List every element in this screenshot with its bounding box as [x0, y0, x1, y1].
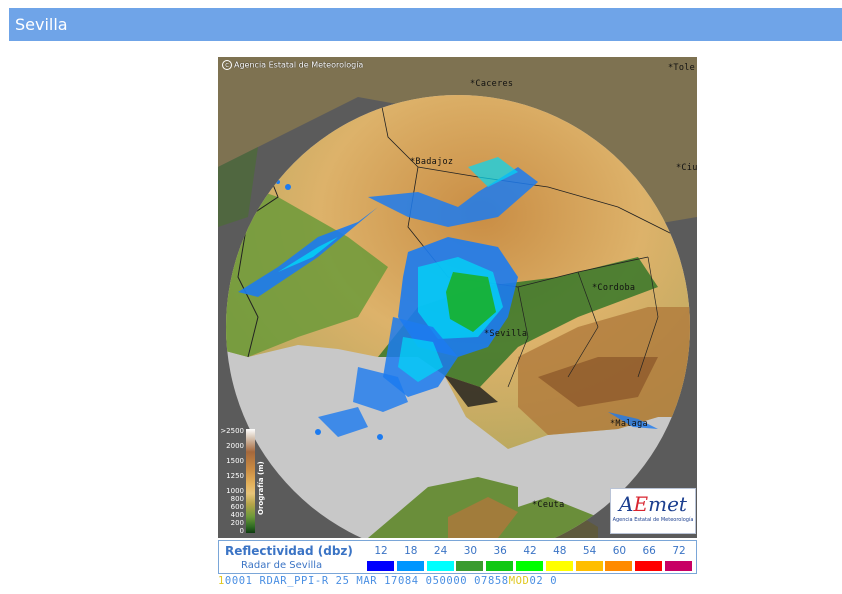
radar-map-svg — [218, 57, 697, 538]
orography-label: 1250 — [226, 472, 244, 480]
orography-label: 2000 — [226, 442, 244, 450]
city-label-ceuta: *Ceuta — [532, 500, 565, 510]
reflectivity-value-36: 36 — [493, 545, 507, 557]
orography-label: 800 — [230, 495, 244, 503]
reflectivity-title: Reflectividad (dbz) — [225, 544, 353, 558]
reflectivity-swatch-12 — [367, 561, 394, 571]
reflectivity-swatch-42 — [516, 561, 543, 571]
reflectivity-value-66: 66 — [642, 545, 656, 557]
orography-legend: >2500 2000 1500 1250 1000 800 600 400 20… — [218, 427, 268, 537]
orography-color-bar — [246, 429, 255, 533]
reflectivity-value-30: 30 — [463, 545, 478, 557]
orography-label: 200 — [230, 519, 244, 527]
reflectivity-swatch-36 — [486, 561, 514, 571]
reflectivity-value-60: 60 — [612, 545, 627, 557]
status-text-end: 02 0 — [529, 575, 558, 587]
status-prefix: 1 — [218, 575, 225, 587]
aemet-logo-subtitle: Agencia Estatal de Meteorología — [612, 517, 694, 523]
status-line: 10001 RDAR_PPI-R 25 MAR 17084 050000 078… — [218, 575, 697, 588]
reflectivity-value-12: 12 — [374, 545, 388, 557]
orography-title: Orografía (m) — [257, 461, 265, 515]
page-title: Sevilla — [9, 8, 842, 41]
reflectivity-swatch-48 — [545, 561, 573, 571]
city-label-toledo: *Tole — [668, 63, 696, 73]
city-label-cordoba: *Cordoba — [592, 283, 636, 293]
reflectivity-value-42: 42 — [523, 545, 537, 557]
reflectivity-swatch-72 — [665, 561, 692, 571]
city-label-badajoz: *Badajoz — [410, 157, 454, 167]
map-credit-text: Agencia Estatal de Meteorología — [234, 60, 364, 70]
radar-name: Radar de Sevilla — [241, 560, 323, 571]
aemet-logo: AEmet Agencia Estatal de Meteorología — [610, 488, 696, 534]
reflectivity-swatch-60 — [605, 561, 633, 571]
status-mode: MOD — [508, 575, 530, 587]
orography-label: 0 — [239, 527, 244, 535]
orography-label: 1500 — [226, 457, 244, 465]
orography-label: 1000 — [226, 487, 244, 495]
reflectivity-value-72: 72 — [672, 545, 686, 557]
aemet-logo-wordmark: AEmet — [619, 492, 687, 516]
copyright-icon: c — [222, 60, 232, 70]
orography-label: 600 — [230, 503, 244, 511]
reflectivity-swatch-30 — [456, 561, 484, 571]
map-credit: c Agencia Estatal de Meteorología — [222, 60, 363, 70]
orography-label: >2500 — [220, 427, 244, 435]
reflectivity-value-54: 54 — [582, 545, 597, 557]
reflectivity-swatch-54 — [575, 561, 603, 571]
reflectivity-value-48: 48 — [553, 545, 567, 557]
reflectivity-swatch-18 — [396, 561, 424, 571]
reflectivity-legend: Reflectividad (dbz) Radar de Sevilla 12 1… — [218, 540, 697, 574]
city-label-malaga: *Malaga — [610, 419, 648, 429]
reflectivity-swatch-24 — [426, 561, 454, 571]
city-label-sevilla: *Sevilla — [484, 329, 528, 339]
city-label-ciudad-real: *Ciu — [676, 163, 697, 173]
radar-map: c Agencia Estatal de Meteorología *Cacere… — [218, 57, 697, 538]
status-text: 0001 RDAR_PPI-R 25 MAR 17084 050000 0785… — [224, 575, 509, 587]
city-label-caceres: *Caceres — [470, 79, 514, 89]
reflectivity-value-18: 18 — [404, 545, 418, 557]
reflectivity-swatch-66 — [635, 561, 663, 571]
orography-label: 400 — [230, 511, 244, 519]
reflectivity-value-24: 24 — [433, 545, 448, 557]
